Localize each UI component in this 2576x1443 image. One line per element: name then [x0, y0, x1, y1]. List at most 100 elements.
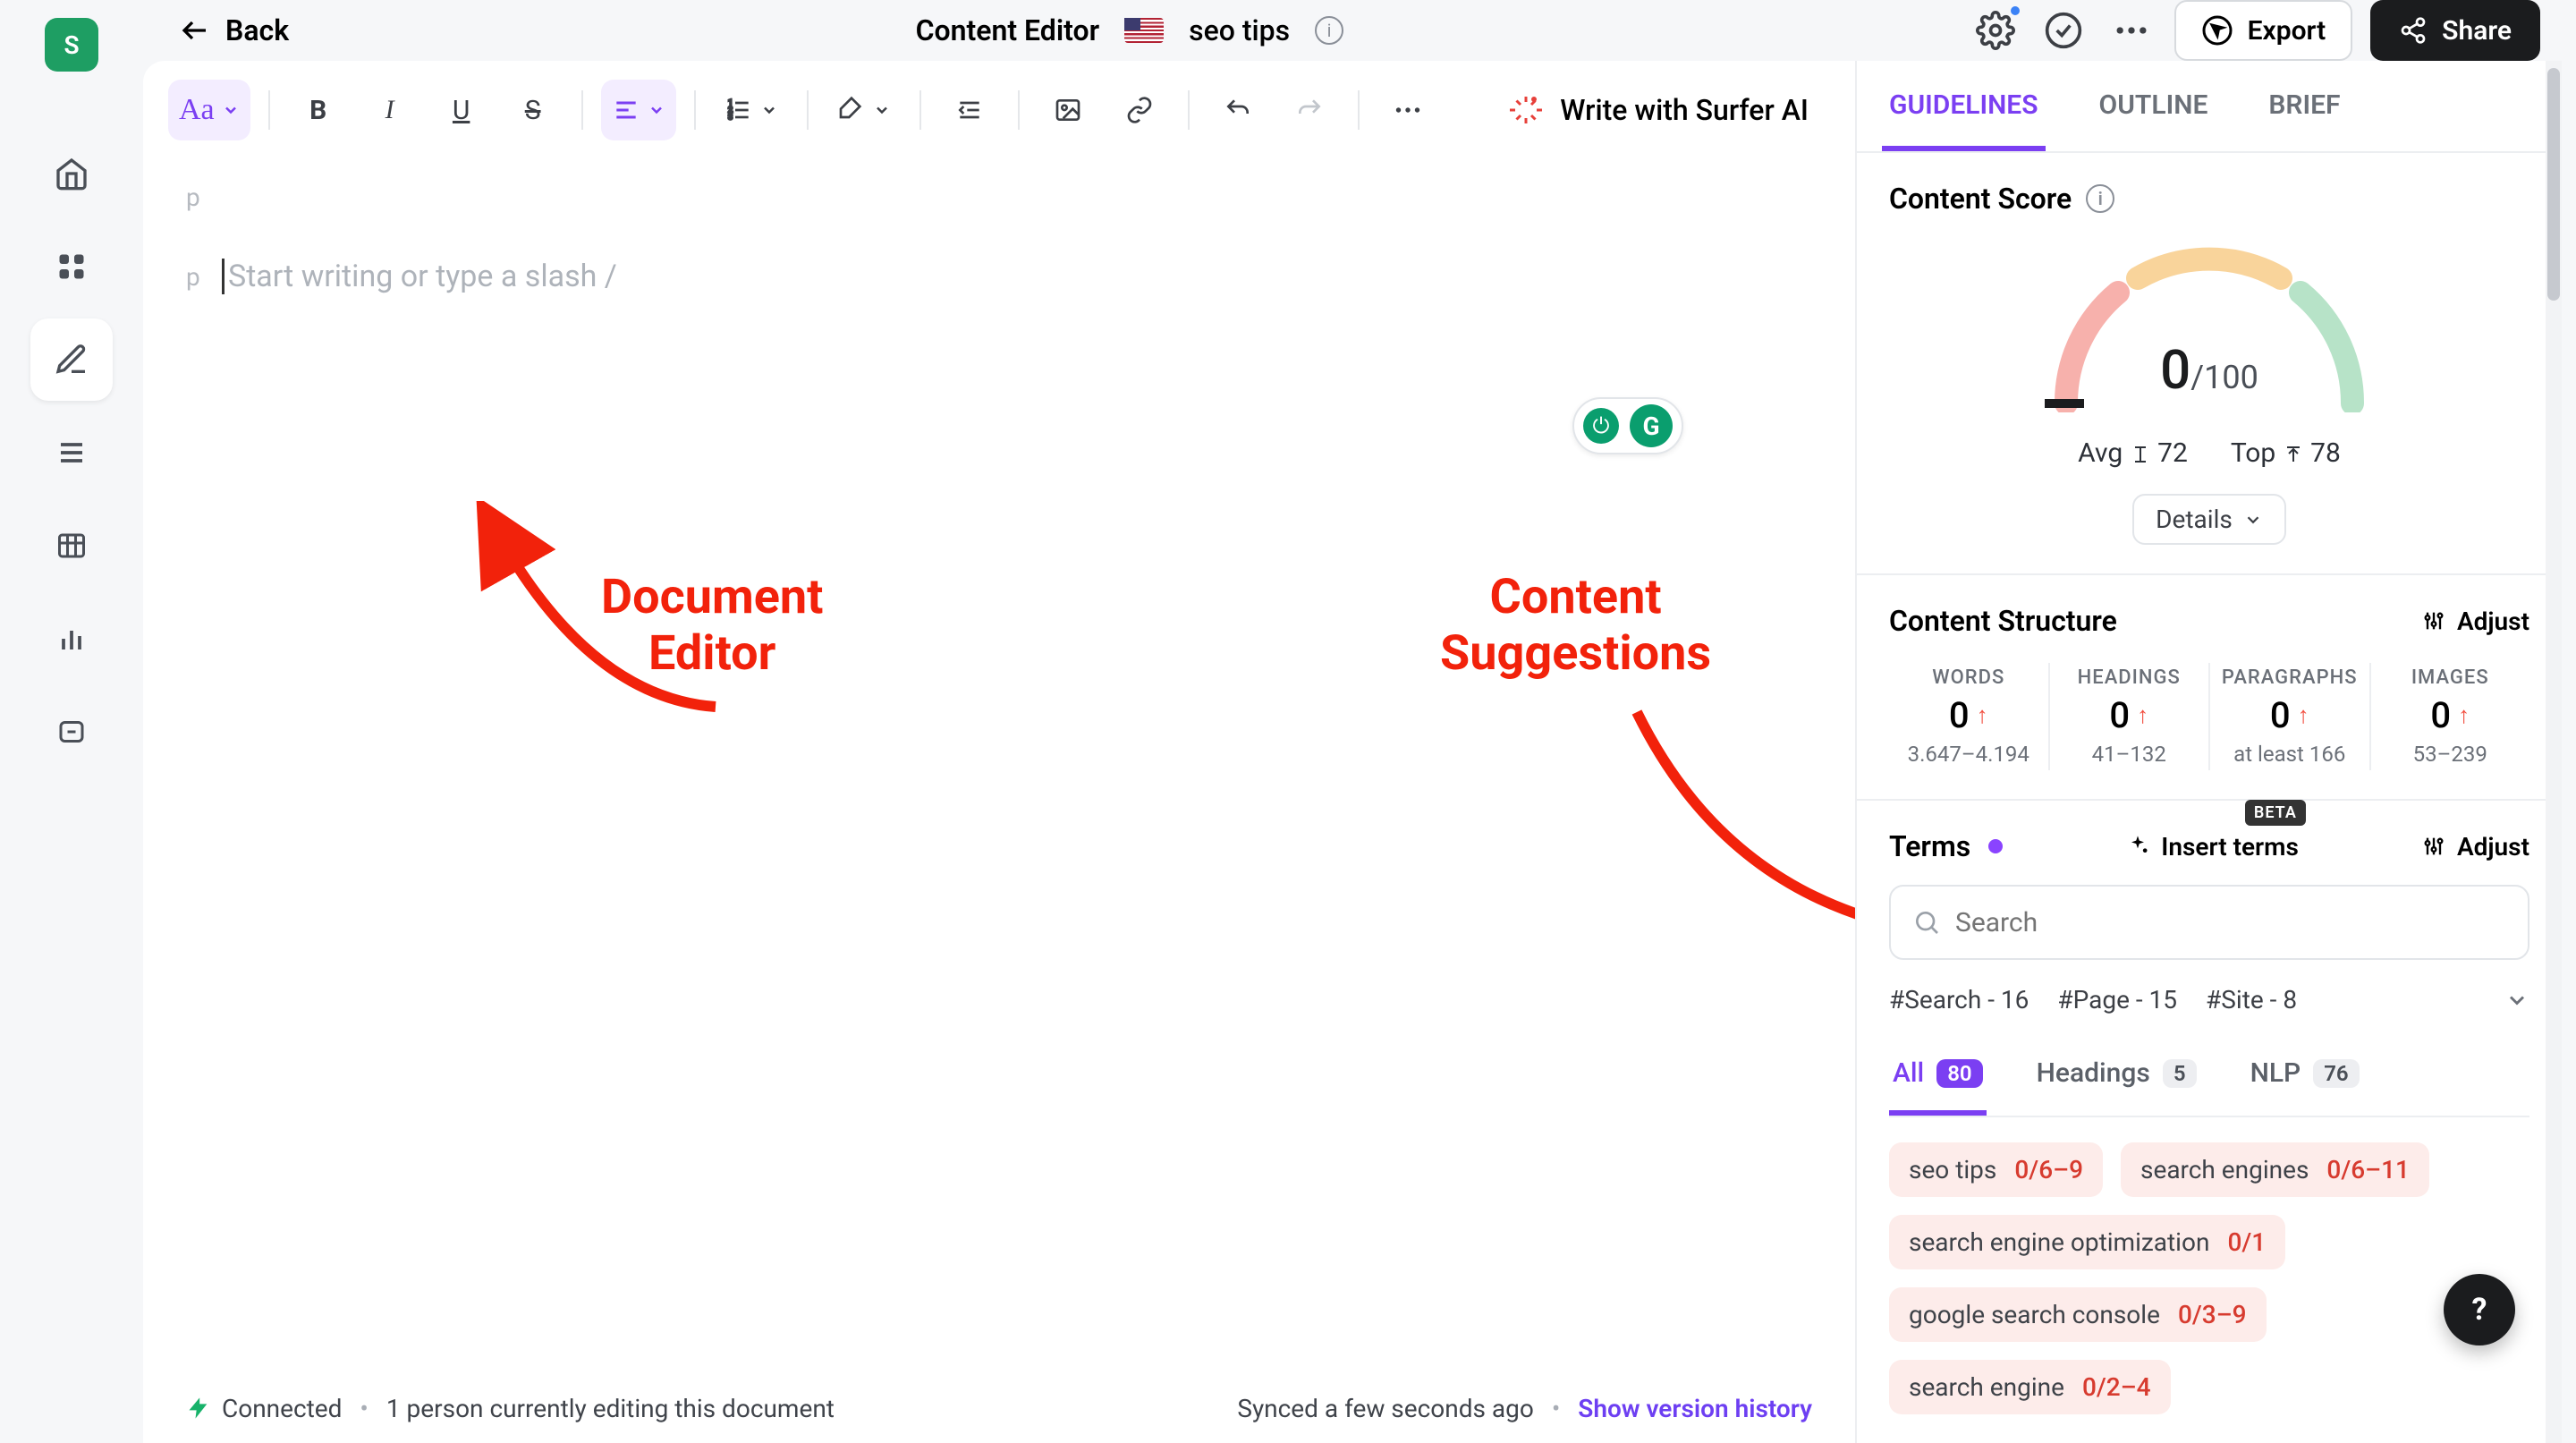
insert-terms-button[interactable]: BETA Insert terms — [2125, 832, 2299, 862]
home-icon[interactable] — [30, 132, 113, 215]
editor-icon[interactable] — [30, 318, 113, 401]
chevron-down-icon[interactable] — [2504, 988, 2529, 1013]
term-chip[interactable]: seo tips0/6–9 — [1889, 1142, 2103, 1197]
hash-filter[interactable]: #Site - 8 — [2206, 985, 2297, 1014]
ai-button-label: Write with Surfer AI — [1560, 93, 1809, 127]
highlight-dropdown[interactable] — [826, 80, 902, 140]
settings-gear-icon[interactable] — [1970, 5, 2021, 55]
italic-button[interactable]: I — [360, 80, 420, 140]
more-horizontal-icon[interactable] — [2106, 5, 2157, 55]
table-icon[interactable] — [30, 505, 113, 587]
bold-button[interactable]: B — [288, 80, 349, 140]
tab-outline[interactable]: OUTLINE — [2092, 61, 2216, 151]
tab-brief[interactable]: BRIEF — [2261, 61, 2347, 151]
grammarly-logo-icon: G — [1630, 404, 1673, 447]
editor-placeholder: Start writing or type a slash / — [222, 259, 617, 294]
terms-search-input[interactable] — [1889, 885, 2529, 960]
status-synced: Synced a few seconds ago — [1237, 1394, 1534, 1423]
content-score-title: Content Score — [1889, 182, 2072, 216]
adjust-structure-button[interactable]: Adjust — [2421, 607, 2529, 636]
redo-button[interactable] — [1279, 80, 1340, 140]
export-label: Export — [2248, 15, 2326, 47]
bolt-icon — [186, 1396, 211, 1421]
info-icon[interactable]: i — [2086, 184, 2114, 213]
outdent-button[interactable] — [939, 80, 1000, 140]
svg-text:3: 3 — [728, 113, 733, 123]
adjust-label: Adjust — [2457, 607, 2529, 636]
export-button[interactable]: Export — [2174, 0, 2353, 61]
adjust-terms-button[interactable]: Adjust — [2421, 832, 2529, 862]
toolbar-more-icon[interactable] — [1377, 80, 1438, 140]
editor-body[interactable]: p p Start writing or type a slash / ⏻ G — [143, 161, 1855, 1371]
count-badge: 80 — [1936, 1059, 1982, 1088]
terms-title: Terms — [1889, 829, 1970, 863]
undo-button[interactable] — [1208, 80, 1268, 140]
term-chip[interactable]: search engine optimization0/1 — [1889, 1215, 2285, 1269]
write-with-ai-button[interactable]: Write with Surfer AI — [1488, 78, 1830, 142]
annotation-label: Editor — [601, 625, 823, 682]
share-label: Share — [2442, 15, 2512, 47]
subtab-nlp[interactable]: NLP 76 — [2247, 1043, 2363, 1116]
avg-label: Avg — [2078, 437, 2123, 469]
structure-col: HEADINGS 0↑ 41–132 — [2050, 663, 2211, 770]
flag-icon — [1124, 18, 1164, 43]
details-button[interactable]: Details — [2132, 494, 2286, 545]
term-chip[interactable]: search engine0/2–4 — [1889, 1360, 2171, 1414]
hash-filter[interactable]: #Page - 15 — [2057, 985, 2177, 1014]
image-button[interactable] — [1038, 80, 1098, 140]
term-chip[interactable]: search engines0/6–11 — [2121, 1142, 2429, 1197]
back-button[interactable]: Back — [179, 13, 289, 47]
score-value: 0 — [2160, 338, 2190, 402]
page-title: Content Editor — [916, 13, 1100, 47]
workspace-avatar[interactable]: S — [45, 18, 98, 72]
tab-guidelines[interactable]: GUIDELINES — [1882, 61, 2046, 151]
left-nav: S — [0, 0, 143, 1399]
text-style-dropdown[interactable]: Aa — [168, 80, 250, 140]
share-button[interactable]: Share — [2370, 0, 2540, 61]
purple-dot-icon — [1988, 839, 2003, 853]
list-icon[interactable] — [30, 412, 113, 494]
annotation-label: Suggestions — [1440, 625, 1711, 682]
beta-badge: BETA — [2245, 800, 2306, 826]
info-icon[interactable]: i — [1315, 16, 1343, 45]
scrollbar-thumb[interactable] — [2547, 68, 2560, 301]
structure-col: WORDS 0↑ 3.647–4.194 — [1889, 663, 2050, 770]
link-button[interactable] — [1109, 80, 1170, 140]
status-editing: 1 person currently editing this document — [386, 1394, 835, 1423]
adjust-label: Adjust — [2457, 832, 2529, 862]
version-history-link[interactable]: Show version history — [1578, 1394, 1812, 1423]
status-bar: Connected • 1 person currently editing t… — [143, 1371, 1855, 1443]
structure-col: PARAGRAPHS 0↑ at least 166 — [2210, 663, 2371, 770]
count-badge: 5 — [2163, 1059, 2197, 1088]
list-dropdown[interactable]: 123 — [714, 80, 789, 140]
keyword-text: seo tips — [1189, 13, 1290, 47]
search-input[interactable] — [1955, 907, 2506, 938]
top-value: 78 — [2310, 437, 2341, 469]
guidelines-sidebar: GUIDELINES OUTLINE BRIEF Content Score i — [1855, 61, 2562, 1443]
archive-icon[interactable] — [30, 691, 113, 773]
check-circle-icon[interactable] — [2038, 5, 2089, 55]
back-label: Back — [225, 13, 289, 47]
details-label: Details — [2156, 505, 2233, 534]
score-gauge: 0/100 — [2030, 233, 2388, 412]
grammarly-widget[interactable]: ⏻ G — [1572, 397, 1683, 454]
chart-icon[interactable] — [30, 598, 113, 680]
scrollbar-track[interactable] — [2546, 61, 2562, 1443]
subtab-headings[interactable]: Headings 5 — [2033, 1043, 2200, 1116]
insert-terms-label: Insert terms — [2161, 832, 2299, 862]
align-dropdown[interactable] — [601, 80, 676, 140]
apps-icon[interactable] — [30, 225, 113, 308]
grammarly-power-icon: ⏻ — [1583, 408, 1619, 444]
structure-col: IMAGES 0↑ 53–239 — [2371, 663, 2530, 770]
count-badge: 76 — [2313, 1059, 2359, 1088]
underline-button[interactable]: U — [431, 80, 492, 140]
content-structure-title: Content Structure — [1889, 604, 2117, 638]
score-max: /100 — [2190, 359, 2258, 396]
strike-button[interactable]: S — [503, 80, 564, 140]
annotation-label: Document — [601, 569, 823, 625]
hash-filter[interactable]: #Search - 16 — [1889, 985, 2029, 1014]
help-fab-button[interactable]: ? — [2444, 1274, 2515, 1345]
document-panel: Aa B I U S 123 — [143, 61, 1855, 1443]
subtab-all[interactable]: All 80 — [1889, 1043, 1987, 1116]
term-chip[interactable]: google search console0/3–9 — [1889, 1287, 2267, 1342]
